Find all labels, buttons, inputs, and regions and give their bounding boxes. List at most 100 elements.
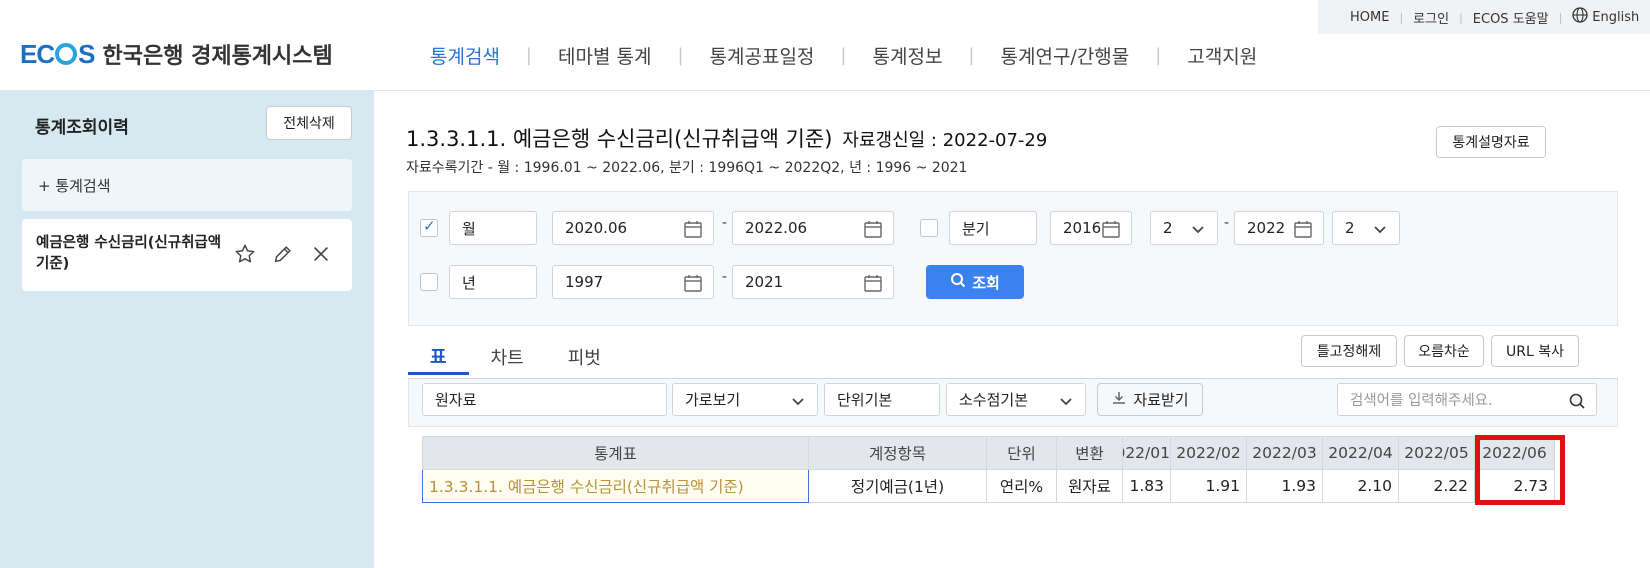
logo-mark: EC S — [20, 38, 95, 69]
table-search-input[interactable]: 검색어를 입력해주세요. — [1337, 383, 1597, 416]
new-search-button[interactable]: + 통계검색 — [22, 159, 352, 211]
query-button[interactable]: 조회 — [926, 265, 1024, 299]
raw-data-field[interactable]: 원자료 — [422, 383, 667, 416]
chevron-down-icon — [1057, 392, 1075, 414]
calendar-icon[interactable] — [863, 219, 883, 243]
nav-divider: | — [1155, 44, 1162, 66]
calendar-icon[interactable] — [863, 273, 883, 297]
column-header[interactable]: 통계표 — [422, 436, 809, 470]
column-header[interactable]: 단위 — [986, 436, 1057, 470]
nav-research[interactable]: 통계연구/간행물 — [1001, 42, 1130, 69]
table-cell[interactable]: 1.3.3.1.1. 예금은행 수신금리(신규취급액 기준) — [422, 469, 809, 503]
data-period: 자료수록기간 - 월 : 1996.01 ~ 2022.06, 분기 : 199… — [406, 160, 968, 176]
table-header-row: 통계표 계정항목 단위 변환 2022/01 2022/02 2022/03 2… — [422, 436, 1555, 470]
globe-icon — [1572, 7, 1588, 27]
table-cell[interactable]: 연리% — [986, 469, 1057, 503]
history-item-label: 예금은행 수신금리(신규취급액 기준) — [36, 235, 222, 272]
month-label: 월 — [449, 211, 537, 245]
nav-stat-search[interactable]: 통계검색 — [430, 42, 500, 69]
table-cell[interactable]: 정기예금(1년) — [808, 469, 987, 503]
range-dash: - — [1224, 215, 1230, 231]
calendar-icon[interactable] — [1293, 219, 1313, 243]
quarter-checkbox[interactable] — [920, 219, 938, 237]
column-header[interactable]: 2022/01 — [1122, 436, 1171, 470]
column-header[interactable]: 변환 — [1056, 436, 1123, 470]
sort-ascending-button[interactable]: 오름차순 — [1404, 335, 1484, 367]
table-cell[interactable]: 2.22 — [1398, 469, 1475, 503]
download-icon — [1111, 390, 1127, 410]
quarter-from-year-input[interactable]: 2016 — [1050, 211, 1132, 245]
stat-description-button[interactable]: 통계설명자료 — [1436, 126, 1546, 158]
utility-bar: HOME | 로그인 | ECOS 도움말 | English — [1318, 0, 1650, 34]
chevron-down-icon — [1371, 220, 1389, 242]
table-cell[interactable]: 2.73 — [1474, 469, 1555, 503]
close-icon[interactable] — [310, 243, 332, 269]
table-cell[interactable]: 1.93 — [1246, 469, 1323, 503]
year-checkbox[interactable] — [420, 273, 438, 291]
month-from-input[interactable]: 2020.06 — [552, 211, 714, 245]
column-header[interactable]: 2022/04 — [1322, 436, 1399, 470]
download-button[interactable]: 자료받기 — [1097, 383, 1203, 416]
divider: | — [1399, 10, 1404, 24]
view-select[interactable]: 가로보기 — [672, 383, 818, 416]
year-to-input[interactable]: 2021 — [732, 265, 894, 299]
table-cell[interactable]: 1.91 — [1170, 469, 1247, 503]
search-icon — [950, 272, 966, 292]
tab-chart[interactable]: 차트 — [469, 339, 546, 375]
edit-icon[interactable] — [272, 243, 294, 269]
language-link[interactable]: English — [1592, 10, 1639, 25]
month-checkbox[interactable] — [420, 217, 438, 237]
site-name: 한국은행 경제통계시스템 — [102, 44, 333, 69]
calendar-icon[interactable] — [683, 219, 703, 243]
divider: | — [1459, 10, 1463, 24]
table-cell[interactable]: 1.83 — [1122, 469, 1171, 503]
nav-support[interactable]: 고객지원 — [1187, 42, 1257, 69]
home-link[interactable]: HOME — [1350, 10, 1389, 25]
column-header[interactable]: 2022/05 — [1398, 436, 1475, 470]
table-cell[interactable]: 원자료 — [1056, 469, 1123, 503]
main-content: 1.3.3.1.1. 예금은행 수신금리(신규취급액 기준) 자료갱신일 : 20… — [374, 91, 1650, 568]
column-header[interactable]: 계정항목 — [808, 436, 987, 470]
column-header[interactable]: 2022/06 — [1474, 436, 1555, 470]
column-header[interactable]: 2022/03 — [1246, 436, 1323, 470]
unit-field[interactable]: 단위기본 — [824, 383, 940, 416]
search-icon[interactable] — [1568, 392, 1586, 414]
quarter-to-select[interactable]: 2 — [1332, 211, 1400, 245]
help-link[interactable]: ECOS 도움말 — [1473, 8, 1549, 27]
nav-release-schedule[interactable]: 통계공표일정 — [710, 42, 815, 69]
range-dash: - — [722, 269, 728, 285]
nav-theme-stats[interactable]: 테마별 통계 — [558, 42, 651, 69]
data-table: 통계표 계정항목 단위 변환 2022/01 2022/02 2022/03 2… — [422, 436, 1555, 503]
page-title: 1.3.3.1.1. 예금은행 수신금리(신규취급액 기준) 자료갱신일 : 20… — [406, 127, 1048, 151]
quarter-to-year-input[interactable]: 2022 — [1234, 211, 1324, 245]
view-tabs: 표 차트 피벗 — [408, 339, 623, 375]
range-dash: - — [722, 215, 728, 231]
decimal-select[interactable]: 소수점기본 — [946, 383, 1086, 416]
table-cell[interactable]: 2.10 — [1322, 469, 1399, 503]
login-link[interactable]: 로그인 — [1413, 8, 1449, 27]
table-row[interactable]: 1.3.3.1.1. 예금은행 수신금리(신규취급액 기준) 정기예금(1년) … — [422, 469, 1555, 503]
year-from-input[interactable]: 1997 — [552, 265, 714, 299]
unfix-button[interactable]: 틀고정해제 — [1301, 335, 1397, 367]
nav-divider: | — [677, 44, 684, 66]
column-header[interactable]: 2022/02 — [1170, 436, 1247, 470]
nav-divider: | — [840, 44, 847, 66]
logo-o-icon — [55, 42, 78, 65]
month-to-input[interactable]: 2022.06 — [732, 211, 894, 245]
copy-url-button[interactable]: URL 복사 — [1491, 335, 1579, 367]
sidebar-title: 통계조회이력 — [35, 118, 129, 138]
tab-table[interactable]: 표 — [408, 339, 469, 375]
quarter-from-select[interactable]: 2 — [1150, 211, 1218, 245]
history-item[interactable]: 예금은행 수신금리(신규취급액 기준) — [22, 219, 352, 291]
tab-pivot[interactable]: 피벗 — [546, 339, 623, 375]
chevron-down-icon — [1189, 220, 1207, 242]
nav-divider: | — [968, 44, 975, 66]
calendar-icon[interactable] — [683, 273, 703, 297]
delete-all-button[interactable]: 전체삭제 — [266, 106, 352, 140]
quarter-label: 분기 — [949, 211, 1037, 245]
main-navigation: 통계검색 | 테마별 통계 | 통계공표일정 | 통계정보 | 통계연구/간행물… — [430, 38, 1257, 72]
nav-stat-info[interactable]: 통계정보 — [873, 42, 943, 69]
star-icon[interactable] — [234, 243, 256, 269]
ecos-logo[interactable]: EC S 한국은행 경제통계시스템 — [20, 38, 333, 70]
calendar-icon[interactable] — [1101, 219, 1121, 243]
